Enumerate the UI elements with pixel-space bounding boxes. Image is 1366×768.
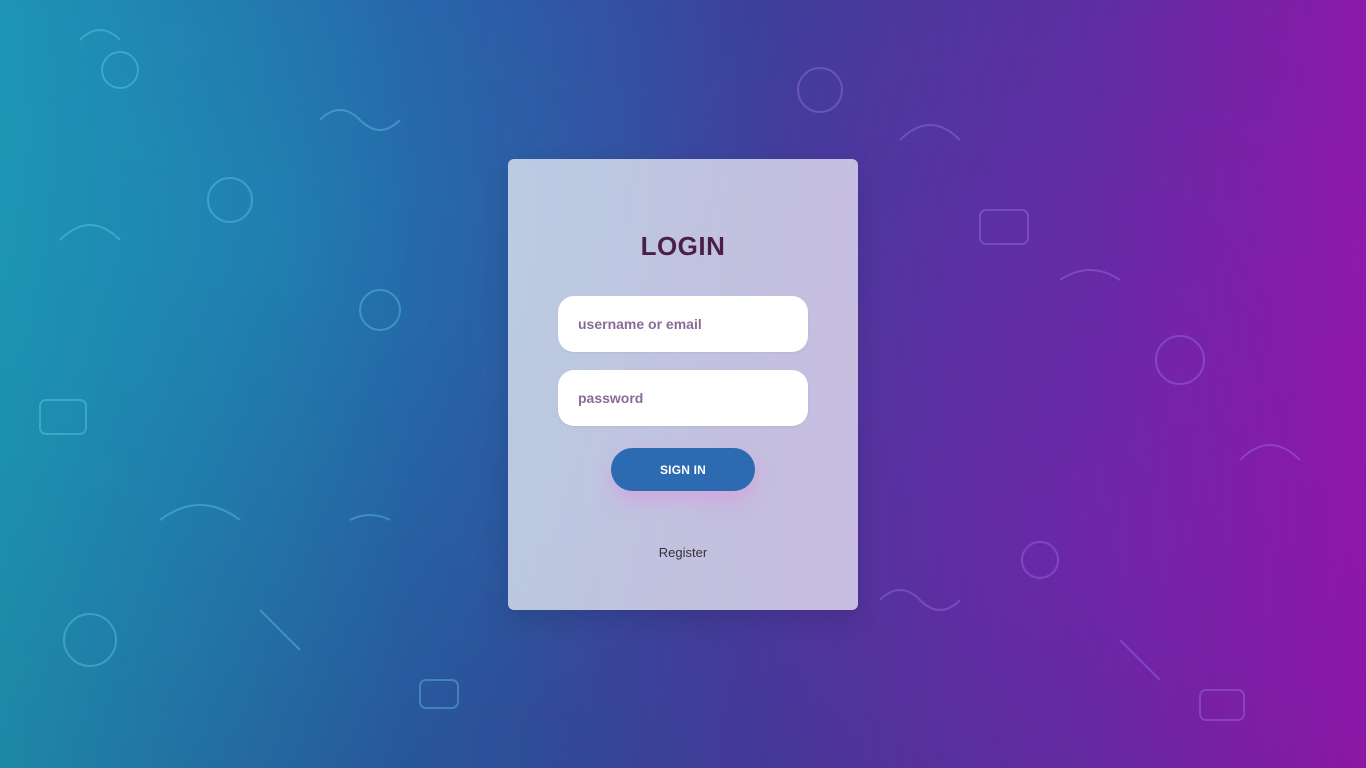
login-card: LOGIN SIGN IN Register (508, 159, 858, 610)
login-title: LOGIN (640, 231, 726, 261)
username-input[interactable] (558, 296, 808, 352)
password-input[interactable] (558, 370, 808, 426)
register-link[interactable]: Register (508, 545, 858, 560)
sign-in-button[interactable]: SIGN IN (611, 448, 755, 491)
